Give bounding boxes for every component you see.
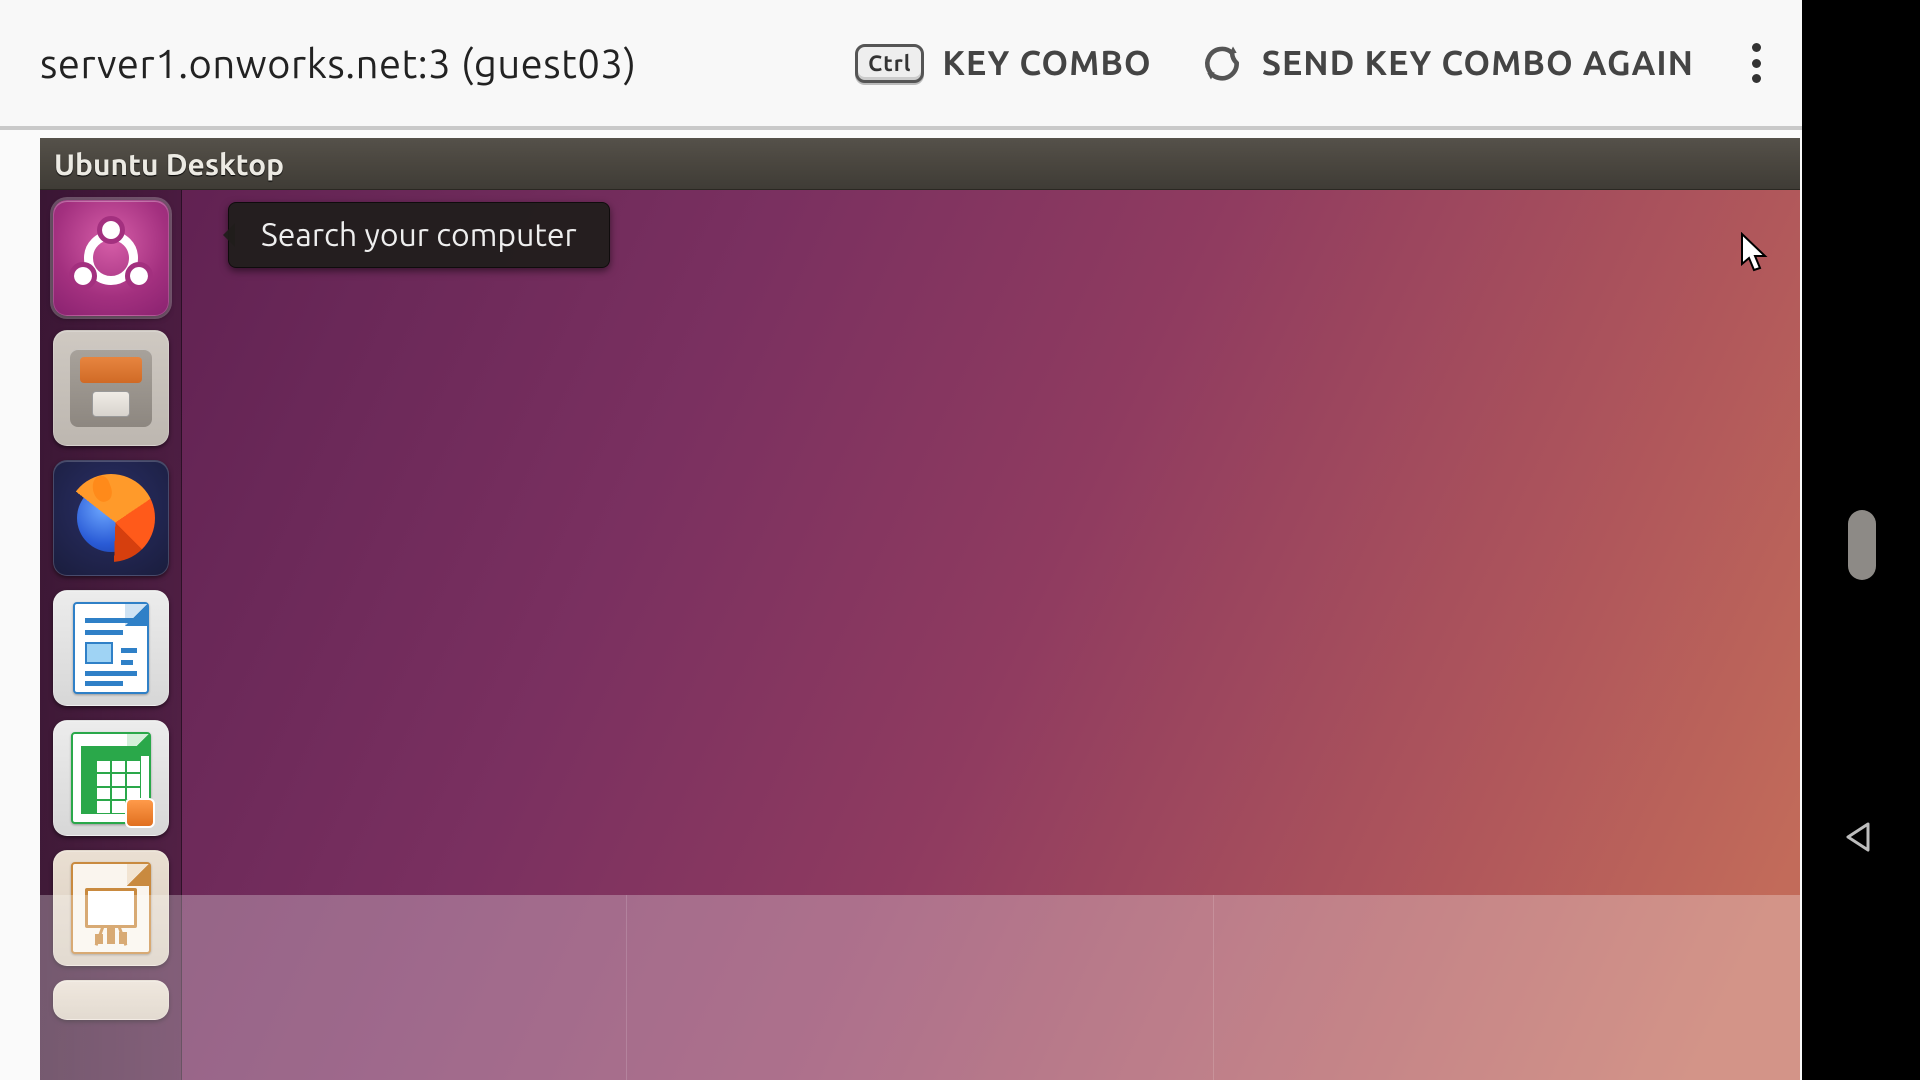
- launcher-dash-button[interactable]: [53, 200, 169, 316]
- overlay-segment[interactable]: [1213, 895, 1800, 1080]
- toolbar-divider: [0, 126, 1802, 130]
- libreoffice-writer-icon: [73, 602, 149, 694]
- dot-icon: [1752, 43, 1761, 52]
- vnc-toolbar: server1.onworks.net:3 (guest03) Ctrl KEY…: [0, 0, 1802, 126]
- ubuntu-desktop[interactable]: Ubuntu Desktop: [40, 138, 1800, 1080]
- scrollbar-thumb[interactable]: [1848, 510, 1876, 580]
- firefox-icon: [67, 474, 155, 562]
- menu-bar[interactable]: Ubuntu Desktop: [40, 138, 1800, 190]
- send-again-label: SEND KEY COMBO AGAIN: [1262, 44, 1694, 82]
- launcher-writer-button[interactable]: [53, 590, 169, 706]
- ubuntu-dash-icon: [76, 223, 146, 293]
- launcher-files-button[interactable]: [53, 330, 169, 446]
- dot-icon: [1752, 59, 1761, 68]
- mouse-cursor-icon: [1740, 232, 1770, 274]
- libreoffice-calc-icon: [71, 732, 151, 824]
- menu-bar-title: Ubuntu Desktop: [54, 147, 284, 181]
- dash-tooltip: Search your computer: [228, 202, 610, 268]
- overlay-segment[interactable]: [40, 895, 626, 1080]
- launcher-firefox-button[interactable]: [53, 460, 169, 576]
- more-menu-button[interactable]: [1752, 43, 1762, 83]
- refresh-icon: [1200, 41, 1244, 85]
- key-combo-button[interactable]: Ctrl KEY COMBO: [855, 44, 1152, 83]
- hostname-label: server1.onworks.net:3 (guest03): [40, 41, 637, 86]
- overlay-segment[interactable]: [626, 895, 1213, 1080]
- files-icon: [70, 349, 152, 427]
- dot-icon: [1752, 74, 1761, 83]
- android-nav-gutter: [1802, 0, 1920, 1080]
- send-key-combo-again-button[interactable]: SEND KEY COMBO AGAIN: [1200, 41, 1694, 85]
- android-back-button[interactable]: [1842, 820, 1876, 854]
- ctrl-keycap-icon: Ctrl: [855, 44, 924, 83]
- bottom-overlay-bar[interactable]: [40, 895, 1800, 1080]
- launcher-calc-button[interactable]: [53, 720, 169, 836]
- key-combo-label: KEY COMBO: [942, 44, 1151, 82]
